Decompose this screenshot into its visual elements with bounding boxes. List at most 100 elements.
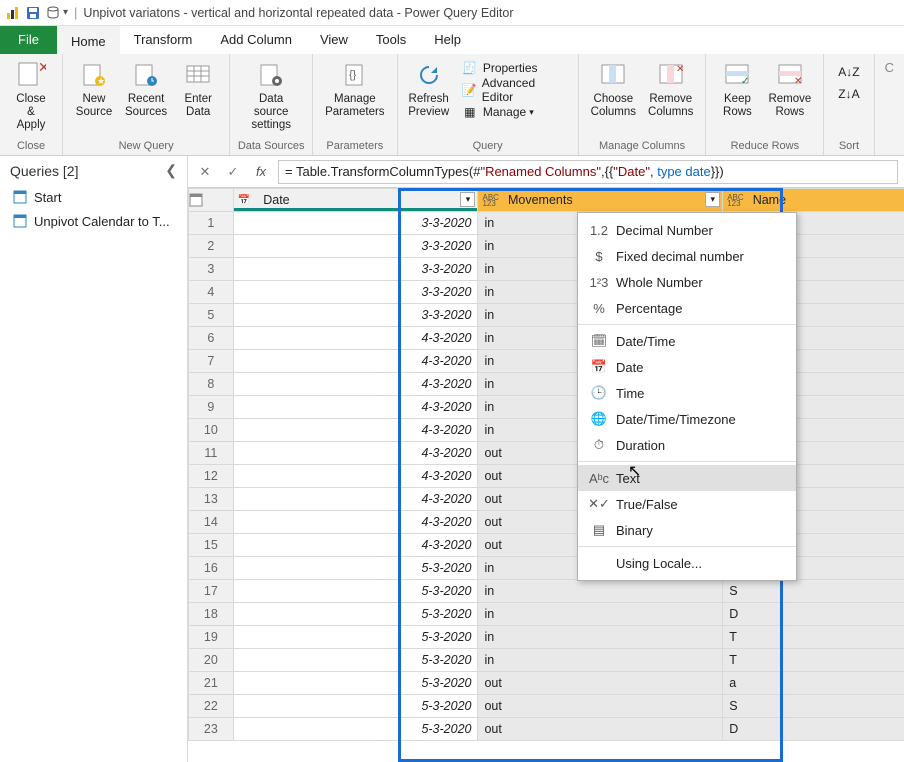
cell-name[interactable]: T [723, 626, 904, 649]
table-row[interactable]: 235-3-2020outD [189, 718, 904, 741]
cell-date[interactable]: 3-3-2020 [233, 258, 478, 281]
cell-movements[interactable]: out [478, 695, 723, 718]
row-number[interactable]: 6 [189, 327, 234, 350]
cell-date[interactable]: 4-3-2020 [233, 488, 478, 511]
query-item-unpivot[interactable]: Unpivot Calendar to T... [0, 209, 187, 233]
cell-date[interactable]: 3-3-2020 [233, 304, 478, 327]
recent-sources-button[interactable]: RecentSources [119, 57, 173, 121]
remove-rows-button[interactable]: ✕ RemoveRows [762, 57, 817, 121]
row-number[interactable]: 4 [189, 281, 234, 304]
type-menu-item[interactable]: $Fixed decimal number [578, 243, 796, 269]
cell-date[interactable]: 5-3-2020 [233, 603, 478, 626]
cell-movements[interactable]: out [478, 672, 723, 695]
advanced-editor-button[interactable]: 📝Advanced Editor [460, 79, 566, 101]
cell-name[interactable]: S [723, 695, 904, 718]
table-row[interactable]: 195-3-2020inT [189, 626, 904, 649]
table-row[interactable]: 205-3-2020inT [189, 649, 904, 672]
new-source-button[interactable]: ★ NewSource [69, 57, 119, 121]
type-menu-item[interactable]: 📅Date [578, 354, 796, 380]
refresh-preview-button[interactable]: RefreshPreview [404, 57, 454, 121]
cell-date[interactable]: 4-3-2020 [233, 396, 478, 419]
any-type-icon[interactable]: ABC123 [727, 195, 749, 206]
row-number[interactable]: 2 [189, 235, 234, 258]
formula-input[interactable]: = Table.TransformColumnTypes(#"Renamed C… [278, 160, 898, 184]
row-number[interactable]: 5 [189, 304, 234, 327]
choose-columns-button[interactable]: ChooseColumns [585, 57, 642, 121]
table-corner[interactable] [189, 189, 234, 212]
cell-date[interactable]: 5-3-2020 [233, 672, 478, 695]
type-menu-item[interactable]: Using Locale... [578, 550, 796, 576]
cancel-formula-button[interactable]: ✕ [194, 161, 216, 183]
cell-date[interactable]: 4-3-2020 [233, 350, 478, 373]
tab-add-column[interactable]: Add Column [206, 26, 306, 54]
cell-date[interactable]: 5-3-2020 [233, 557, 478, 580]
save-icon[interactable] [25, 5, 41, 21]
type-menu-item[interactable]: ✕✓True/False [578, 491, 796, 517]
tab-transform[interactable]: Transform [120, 26, 207, 54]
row-number[interactable]: 21 [189, 672, 234, 695]
cell-date[interactable]: 5-3-2020 [233, 626, 478, 649]
database-icon[interactable] [45, 5, 61, 21]
tab-help[interactable]: Help [420, 26, 475, 54]
cell-movements[interactable]: in [478, 626, 723, 649]
cell-name[interactable]: D [723, 718, 904, 741]
row-number[interactable]: 8 [189, 373, 234, 396]
cell-date[interactable]: 4-3-2020 [233, 373, 478, 396]
row-number[interactable]: 19 [189, 626, 234, 649]
enter-data-button[interactable]: EnterData [173, 57, 223, 121]
col-header-movements[interactable]: ABC123 Movements ▾ [478, 189, 723, 212]
cell-movements[interactable]: in [478, 649, 723, 672]
row-number[interactable]: 18 [189, 603, 234, 626]
type-menu-item[interactable]: 🗓Date/Time [578, 328, 796, 354]
cell-name[interactable]: T [723, 649, 904, 672]
tab-home[interactable]: Home [57, 26, 120, 54]
manage-button[interactable]: ▦Manage▾ [460, 101, 566, 123]
tab-tools[interactable]: Tools [362, 26, 420, 54]
cell-movements[interactable]: out [478, 718, 723, 741]
tab-view[interactable]: View [306, 26, 362, 54]
any-type-icon[interactable]: ABC123 [482, 195, 504, 206]
col-header-date[interactable]: 📅 Date ▾ [233, 189, 478, 212]
row-number[interactable]: 17 [189, 580, 234, 603]
type-menu-item[interactable]: ▤Binary [578, 517, 796, 543]
cell-name[interactable]: S [723, 580, 904, 603]
cell-date[interactable]: 4-3-2020 [233, 419, 478, 442]
cell-movements[interactable]: in [478, 603, 723, 626]
row-number[interactable]: 3 [189, 258, 234, 281]
confirm-formula-button[interactable]: ✓ [222, 161, 244, 183]
cell-date[interactable]: 5-3-2020 [233, 718, 478, 741]
cell-movements[interactable]: in [478, 580, 723, 603]
row-number[interactable]: 16 [189, 557, 234, 580]
type-menu-item[interactable]: %Percentage [578, 295, 796, 321]
cell-name[interactable]: D [723, 603, 904, 626]
row-number[interactable]: 7 [189, 350, 234, 373]
data-source-settings-button[interactable]: Data sourcesettings [236, 57, 306, 135]
data-grid[interactable]: 📅 Date ▾ ABC123 Movements ▾ ABC123 [188, 188, 904, 762]
row-number[interactable]: 20 [189, 649, 234, 672]
cell-date[interactable]: 3-3-2020 [233, 235, 478, 258]
table-row[interactable]: 185-3-2020inD [189, 603, 904, 626]
table-row[interactable]: 215-3-2020outa [189, 672, 904, 695]
close-apply-button[interactable]: ✕ Close &Apply [6, 57, 56, 135]
cell-date[interactable]: 4-3-2020 [233, 442, 478, 465]
cell-date[interactable]: 4-3-2020 [233, 465, 478, 488]
row-number[interactable]: 13 [189, 488, 234, 511]
row-number[interactable]: 22 [189, 695, 234, 718]
cell-date[interactable]: 5-3-2020 [233, 649, 478, 672]
sort-asc-button[interactable]: A↓Z [838, 61, 859, 83]
keep-rows-button[interactable]: ✓ KeepRows [712, 57, 762, 121]
type-menu-item[interactable]: AᵇcText [578, 465, 796, 491]
cell-date[interactable]: 4-3-2020 [233, 511, 478, 534]
cell-name[interactable]: a [723, 672, 904, 695]
type-menu-item[interactable]: 🕒Time [578, 380, 796, 406]
row-number[interactable]: 10 [189, 419, 234, 442]
remove-columns-button[interactable]: ✕ RemoveColumns [642, 57, 699, 121]
collapse-queries-icon[interactable]: ❮ [165, 162, 177, 179]
cell-date[interactable]: 5-3-2020 [233, 695, 478, 718]
manage-parameters-button[interactable]: {} ManageParameters [319, 57, 390, 121]
type-menu-item[interactable]: 1.2Decimal Number [578, 217, 796, 243]
cell-date[interactable]: 3-3-2020 [233, 212, 478, 235]
row-number[interactable]: 12 [189, 465, 234, 488]
tab-file[interactable]: File [0, 26, 57, 54]
col-dropdown-icon[interactable]: ▾ [705, 192, 720, 207]
